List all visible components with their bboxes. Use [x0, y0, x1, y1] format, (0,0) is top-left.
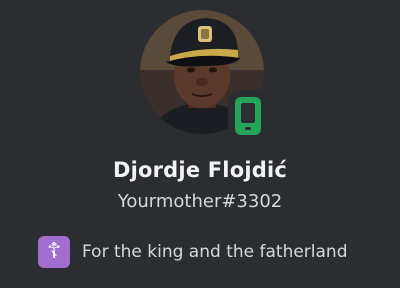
custom-status: ☦ For the king and the fatherland	[38, 236, 348, 268]
mobile-online-icon	[235, 97, 261, 135]
profile-card: Djordje Flojdić Yourmother#3302 ☦ For th…	[0, 0, 400, 288]
status-indicator	[228, 90, 268, 142]
orthodox-cross-icon: ☦	[38, 236, 70, 268]
username[interactable]: Yourmother#3302	[0, 191, 400, 212]
custom-status-text: For the king and the fatherland	[82, 242, 348, 262]
avatar-container[interactable]	[140, 10, 268, 142]
display-name: Djordje Flojdić	[112, 158, 288, 182]
